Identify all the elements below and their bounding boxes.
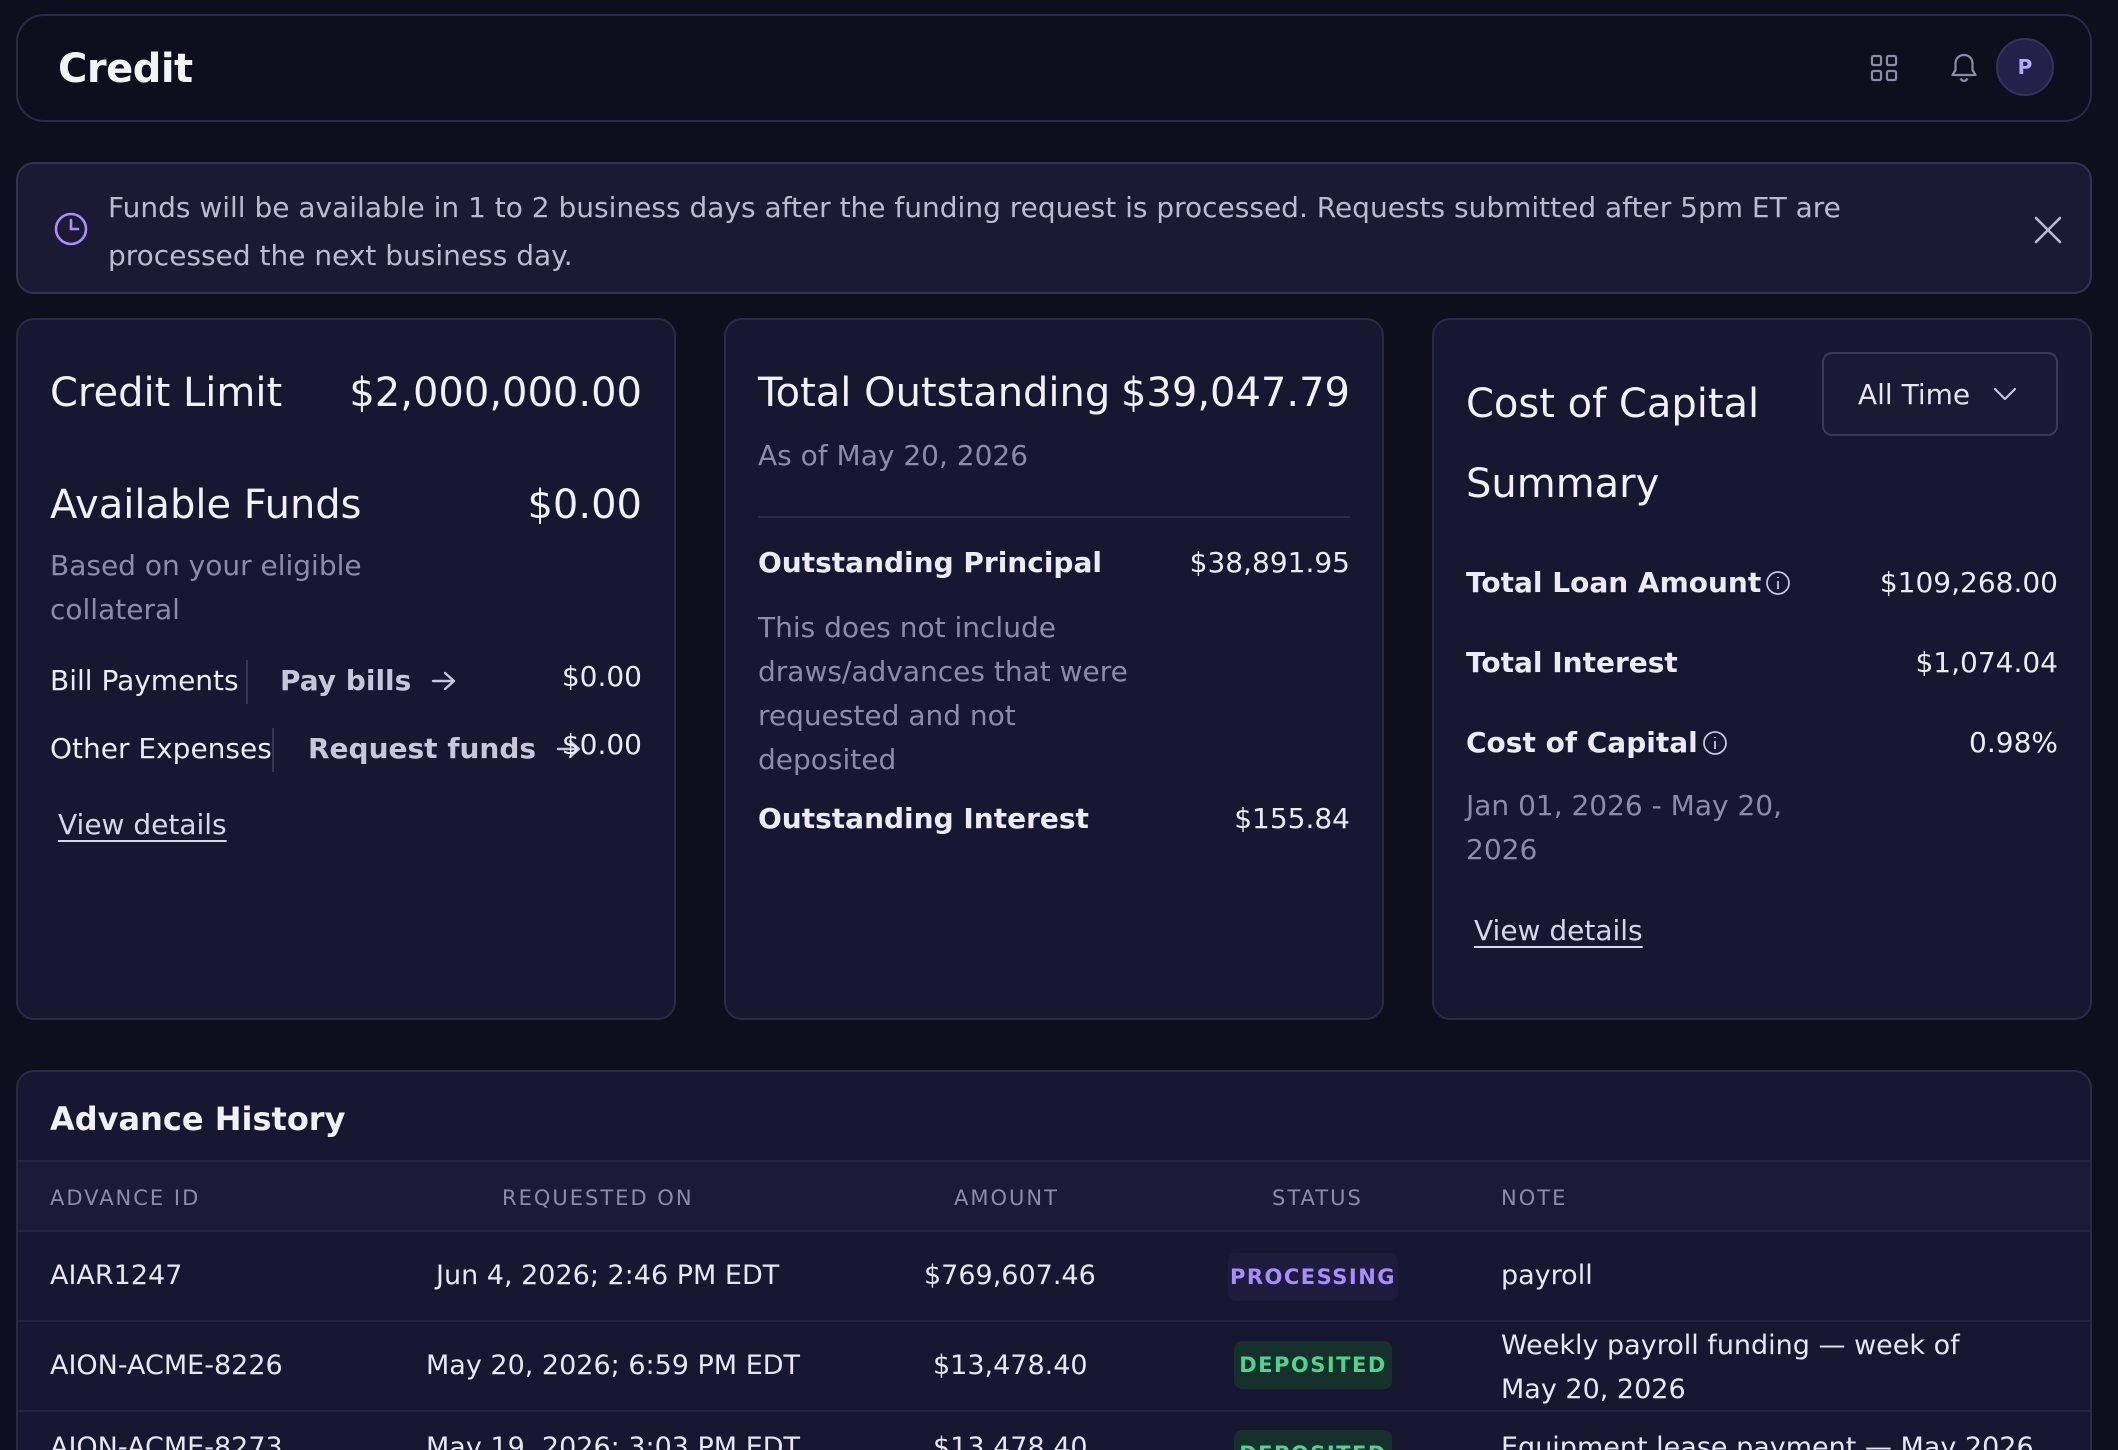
total-outstanding-card: Total Outstanding $39,047.79 As of May 2… <box>724 318 1384 1020</box>
info-icon[interactable] <box>1765 570 1791 596</box>
cost-of-capital-value: 0.98% <box>1969 726 2058 759</box>
divider <box>272 728 274 772</box>
app-header: Credit P <box>16 14 2092 122</box>
time-range-value: All Time <box>1858 377 1971 411</box>
column-header-amount[interactable]: AMOUNT <box>954 1186 1059 1210</box>
row-divider <box>18 1320 2090 1322</box>
total-interest-value: $1,074.04 <box>1915 646 2058 679</box>
amount-cell: $13,478.40 <box>933 1350 1088 1381</box>
status-badge: DEPOSITED <box>1234 1341 1392 1389</box>
bill-payments-value: $0.00 <box>561 660 642 693</box>
date-range: Jan 01, 2026 - May 20, 2026 <box>1466 789 1782 866</box>
available-funds-note: Based on your eligible collateral <box>50 549 362 626</box>
clock-icon <box>52 210 90 248</box>
advance-id-cell[interactable]: AION-ACME-8273 <box>50 1432 283 1450</box>
cost-of-capital-title: Cost of Capital Summary <box>1466 381 1760 507</box>
total-outstanding-value: $39,047.79 <box>1120 370 1350 416</box>
arrow-right-icon <box>432 671 456 690</box>
pay-bills-label: Pay bills <box>280 664 412 697</box>
column-header-requested-on[interactable]: REQUESTED ON <box>502 1186 694 1210</box>
bell-icon[interactable] <box>1944 48 1984 88</box>
avatar[interactable]: P <box>1996 38 2054 96</box>
divider <box>758 516 1350 518</box>
status-badge: DEPOSITED <box>1234 1430 1392 1450</box>
info-banner: Funds will be available in 1 to 2 busine… <box>16 162 2092 294</box>
credit-limit-value: $2,000,000.00 <box>349 370 642 416</box>
time-range-select[interactable]: All Time <box>1822 352 2058 436</box>
outstanding-interest-value: $155.84 <box>1234 802 1350 835</box>
other-expenses-value: $0.00 <box>561 728 642 761</box>
advance-id-cell[interactable]: AION-ACME-8226 <box>50 1350 283 1381</box>
principal-note: This does not include draws/advances tha… <box>758 611 1128 776</box>
requested-on-cell: May 20, 2026; 6:59 PM EDT <box>426 1350 801 1381</box>
available-funds-value: $0.00 <box>527 482 642 528</box>
requested-on-cell: Jun 4, 2026; 2:46 PM EDT <box>436 1260 780 1291</box>
grid-icon[interactable] <box>1864 48 1904 88</box>
other-expenses-label: Other Expenses <box>50 732 272 765</box>
cost-of-capital-label: Cost of Capital <box>1466 726 1698 759</box>
amount-cell: $13,478.40 <box>933 1432 1088 1450</box>
request-funds-link[interactable]: Request funds <box>308 732 582 765</box>
bill-payments-label: Bill Payments <box>50 664 239 697</box>
view-details-link[interactable]: View details <box>58 808 227 841</box>
column-header-status[interactable]: STATUS <box>1272 1186 1363 1210</box>
page-title: Credit <box>58 46 193 92</box>
cost-of-capital-label-group: Cost of Capital <box>1466 726 1728 759</box>
advance-id-cell[interactable]: AIAR1247 <box>50 1260 182 1291</box>
view-details-link[interactable]: View details <box>1474 914 1643 947</box>
outstanding-interest-label: Outstanding Interest <box>758 802 1089 835</box>
divider <box>246 660 248 704</box>
note-cell: Weekly payroll funding — week of May 20,… <box>1501 1330 1960 1405</box>
close-icon[interactable] <box>2028 210 2068 250</box>
as-of-date: As of May 20, 2026 <box>758 439 1029 472</box>
advance-history-title: Advance History <box>50 1100 346 1138</box>
info-icon[interactable] <box>1702 730 1728 756</box>
requested-on-cell: May 19, 2026; 3:03 PM EDT <box>426 1432 801 1450</box>
total-outstanding-label: Total Outstanding <box>758 370 1111 416</box>
note-cell: Equipment lease payment — May 2026 <box>1501 1432 2034 1450</box>
column-header-note[interactable]: NOTE <box>1501 1186 1567 1210</box>
credit-limit-label: Credit Limit <box>50 370 283 416</box>
amount-cell: $769,607.46 <box>924 1260 1096 1291</box>
credit-limit-card: Credit Limit $2,000,000.00 Available Fun… <box>16 318 676 1020</box>
pay-bills-link[interactable]: Pay bills <box>280 664 457 697</box>
status-badge: PROCESSING <box>1228 1253 1398 1301</box>
chevron-down-icon <box>1994 387 2017 401</box>
total-loan-amount-label: Total Loan Amount <box>1466 566 1762 599</box>
column-header-advance-id[interactable]: ADVANCE ID <box>50 1186 200 1210</box>
total-loan-amount-value: $109,268.00 <box>1879 566 2058 599</box>
total-loan-amount-label-group: Total Loan Amount <box>1466 566 1791 599</box>
outstanding-principal-label: Outstanding Principal <box>758 546 1102 579</box>
row-divider <box>18 1410 2090 1412</box>
banner-message: Funds will be available in 1 to 2 busine… <box>108 191 1841 272</box>
request-funds-label: Request funds <box>308 732 537 765</box>
note-cell: payroll <box>1501 1260 1593 1291</box>
total-interest-label: Total Interest <box>1466 646 1678 679</box>
available-funds-label: Available Funds <box>50 482 362 528</box>
outstanding-principal-value: $38,891.95 <box>1189 546 1350 579</box>
